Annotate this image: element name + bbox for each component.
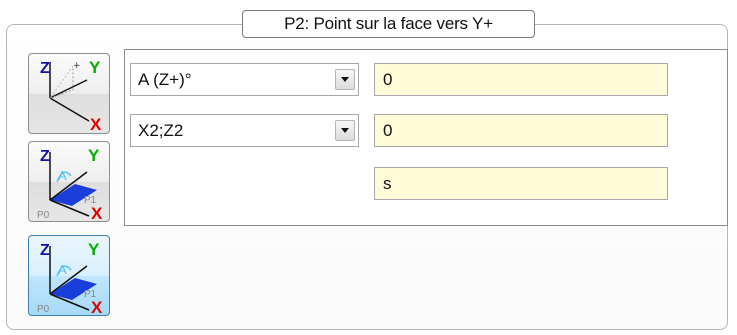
dropdown-arrow-button[interactable]: [335, 69, 355, 90]
angle-value-text: 0: [383, 70, 393, 89]
coordinate-value-text: 0: [383, 121, 393, 140]
angle-axis-dropdown[interactable]: A (Z+)°: [130, 63, 359, 96]
extra-value-text: s: [383, 174, 392, 193]
chevron-down-icon: [341, 77, 349, 82]
chevron-down-icon: [341, 128, 349, 133]
angle-axis-dropdown-value: A (Z+)°: [138, 70, 192, 89]
svg-text:+: +: [73, 61, 81, 71]
extra-value-field[interactable]: s: [374, 167, 668, 200]
x-axis-label: X: [90, 115, 102, 133]
z-axis-label: Z: [40, 242, 50, 259]
y-axis-label: Y: [88, 146, 100, 165]
p0-label: P0: [37, 210, 50, 221]
p0-label: P0: [37, 304, 50, 315]
axes-plane-icon: Z Y A P0 P1 X: [37, 146, 103, 221]
coordinate-pair-dropdown[interactable]: X2;Z2: [130, 114, 359, 147]
axes-angle-mode-button[interactable]: + Z Y X: [28, 53, 110, 134]
y-axis-label: Y: [88, 240, 100, 259]
dropdown-arrow-button[interactable]: [335, 120, 355, 141]
coordinate-value-field[interactable]: 0: [374, 114, 668, 147]
x-axis-label: X: [91, 298, 103, 315]
z-axis-label: Z: [40, 148, 50, 165]
a-label: A: [58, 168, 67, 183]
axes-plane-points-mode-selected-button[interactable]: Z Y A P0 P1 X: [28, 235, 110, 316]
axes-angle-icon: + Z Y X: [40, 58, 102, 133]
a-label: A: [58, 262, 67, 277]
z-axis-label: Z: [40, 60, 50, 77]
group-box-title: P2: Point sur la face vers Y+: [242, 10, 535, 38]
coordinate-pair-dropdown-value: X2;Z2: [138, 121, 184, 140]
y-axis-label: Y: [89, 58, 101, 77]
angle-value-field[interactable]: 0: [374, 63, 668, 96]
x-axis-label: X: [91, 204, 103, 221]
axes-plane-points-mode-button[interactable]: Z Y A P0 P1 X: [28, 141, 110, 222]
axes-plane-icon: Z Y A P0 P1 X: [37, 240, 103, 315]
